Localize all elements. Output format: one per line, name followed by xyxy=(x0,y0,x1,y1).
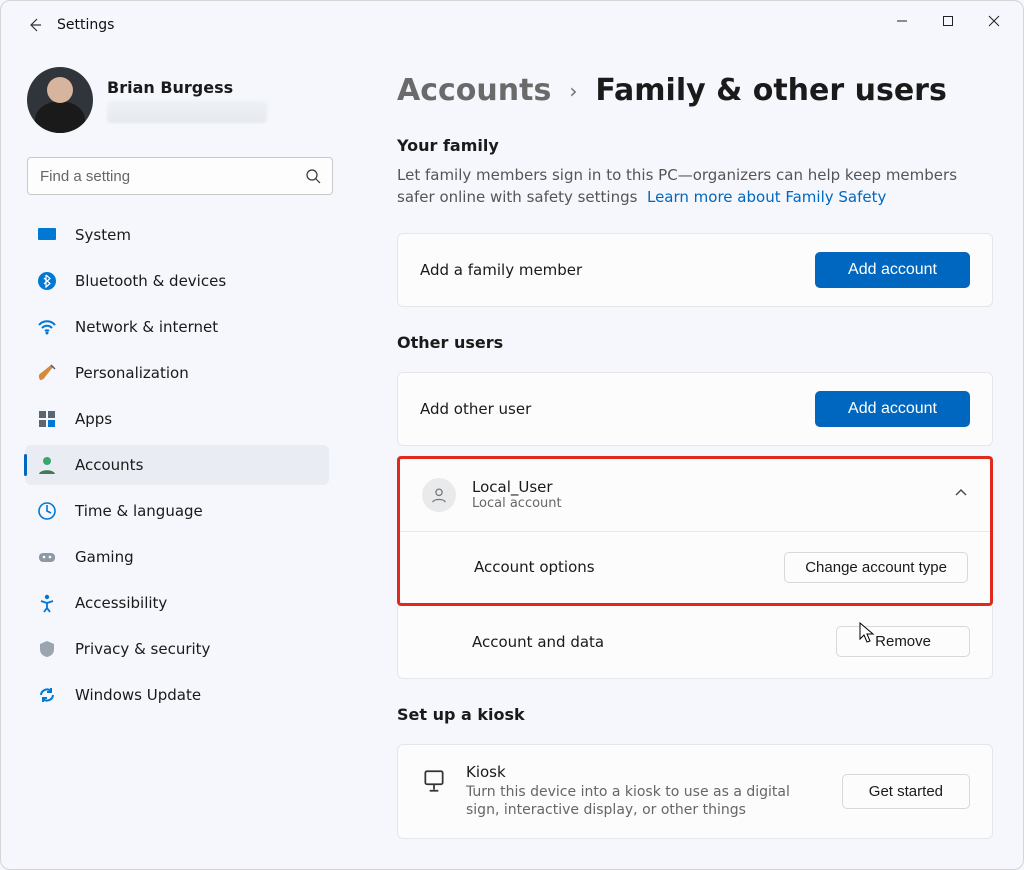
sidebar-item-label: Gaming xyxy=(75,548,134,566)
family-description: Let family members sign in to this PC—or… xyxy=(397,165,993,209)
add-other-user-button[interactable]: Add account xyxy=(815,391,970,427)
chevron-right-icon: › xyxy=(569,79,577,103)
kiosk-icon xyxy=(420,767,448,795)
sidebar-item-windows-update[interactable]: Windows Update xyxy=(25,675,329,715)
family-heading: Your family xyxy=(397,136,993,155)
sidebar-item-accounts[interactable]: Accounts xyxy=(25,445,329,485)
bluetooth-icon xyxy=(37,271,57,291)
account-data-label: Account and data xyxy=(472,633,604,651)
kiosk-title: Kiosk xyxy=(466,763,816,781)
breadcrumb-parent[interactable]: Accounts xyxy=(397,73,551,108)
sidebar-item-apps[interactable]: Apps xyxy=(25,399,329,439)
kiosk-description: Turn this device into a kiosk to use as … xyxy=(466,783,816,821)
add-family-label: Add a family member xyxy=(420,261,582,279)
sidebar-item-label: Accounts xyxy=(75,456,143,474)
profile-name: Brian Burgess xyxy=(107,78,267,97)
sidebar-item-bluetooth[interactable]: Bluetooth & devices xyxy=(25,261,329,301)
arrow-left-icon xyxy=(27,17,43,33)
person-icon xyxy=(422,478,456,512)
search-container xyxy=(27,157,333,195)
highlighted-user-section: Local_User Local account Account options… xyxy=(397,456,993,606)
gamepad-icon xyxy=(37,547,57,567)
accessibility-icon xyxy=(37,593,57,613)
sidebar-item-label: System xyxy=(75,226,131,244)
family-learn-more-link[interactable]: Learn more about Family Safety xyxy=(647,188,886,206)
sidebar-item-label: Privacy & security xyxy=(75,640,210,658)
shield-icon xyxy=(37,639,57,659)
account-options-label: Account options xyxy=(474,558,595,576)
account-data-card: Account and data Remove xyxy=(397,606,993,679)
sidebar-item-gaming[interactable]: Gaming xyxy=(25,537,329,577)
sidebar-item-privacy[interactable]: Privacy & security xyxy=(25,629,329,669)
add-other-user-label: Add other user xyxy=(420,400,531,418)
sidebar-item-label: Bluetooth & devices xyxy=(75,272,226,290)
other-user-header-row[interactable]: Local_User Local account xyxy=(400,459,990,531)
sync-icon xyxy=(37,685,57,705)
window-controls xyxy=(879,1,1017,41)
page-title: Family & other users xyxy=(595,73,947,108)
close-button[interactable] xyxy=(971,1,1017,41)
kiosk-heading: Set up a kiosk xyxy=(397,705,993,724)
sidebar-item-time-language[interactable]: Time & language xyxy=(25,491,329,531)
add-family-card: Add a family member Add account xyxy=(397,233,993,307)
sidebar-item-network[interactable]: Network & internet xyxy=(25,307,329,347)
sidebar-item-label: Accessibility xyxy=(75,594,167,612)
remove-user-button[interactable]: Remove xyxy=(836,626,970,657)
add-family-account-button[interactable]: Add account xyxy=(815,252,970,288)
other-user-card: Local_User Local account Account options… xyxy=(400,459,990,603)
search-icon xyxy=(305,168,321,184)
sidebar-item-accessibility[interactable]: Accessibility xyxy=(25,583,329,623)
titlebar: Settings xyxy=(1,1,1023,49)
minimize-button[interactable] xyxy=(879,1,925,41)
sidebar-item-system[interactable]: System xyxy=(25,215,329,255)
kiosk-card: Kiosk Turn this device into a kiosk to u… xyxy=(397,744,993,840)
apps-icon xyxy=(37,409,57,429)
chevron-up-icon xyxy=(954,486,968,504)
search-input[interactable] xyxy=(27,157,333,195)
window-title: Settings xyxy=(57,17,114,33)
close-icon xyxy=(988,15,1000,27)
sidebar-item-label: Windows Update xyxy=(75,686,201,704)
display-icon xyxy=(37,225,57,245)
paintbrush-icon xyxy=(37,363,57,383)
profile-email-blurred xyxy=(107,101,267,123)
sidebar-item-label: Personalization xyxy=(75,364,189,382)
sidebar-item-label: Apps xyxy=(75,410,112,428)
avatar xyxy=(27,67,93,133)
account-data-row: Account and data Remove xyxy=(398,606,992,678)
add-other-user-card: Add other user Add account xyxy=(397,372,993,446)
sidebar-item-label: Network & internet xyxy=(75,318,218,336)
sidebar: Brian Burgess System Bluetooth & devices xyxy=(1,49,341,869)
person-icon xyxy=(37,455,57,475)
globe-clock-icon xyxy=(37,501,57,521)
sidebar-nav: System Bluetooth & devices Network & int… xyxy=(23,213,337,717)
kiosk-get-started-button[interactable]: Get started xyxy=(842,774,970,809)
wifi-icon xyxy=(37,317,57,337)
minimize-icon xyxy=(896,15,908,27)
profile-header[interactable]: Brian Burgess xyxy=(23,59,337,151)
maximize-button[interactable] xyxy=(925,1,971,41)
other-user-name: Local_User xyxy=(472,478,562,496)
main-content: Accounts › Family & other users Your fam… xyxy=(341,49,1023,869)
back-button[interactable] xyxy=(19,9,51,41)
change-account-type-button[interactable]: Change account type xyxy=(784,552,968,583)
other-user-subtitle: Local account xyxy=(472,496,562,511)
sidebar-item-label: Time & language xyxy=(75,502,203,520)
maximize-icon xyxy=(942,15,954,27)
sidebar-item-personalization[interactable]: Personalization xyxy=(25,353,329,393)
breadcrumb: Accounts › Family & other users xyxy=(397,73,993,108)
account-options-row: Account options Change account type xyxy=(400,531,990,603)
other-users-heading: Other users xyxy=(397,333,993,352)
